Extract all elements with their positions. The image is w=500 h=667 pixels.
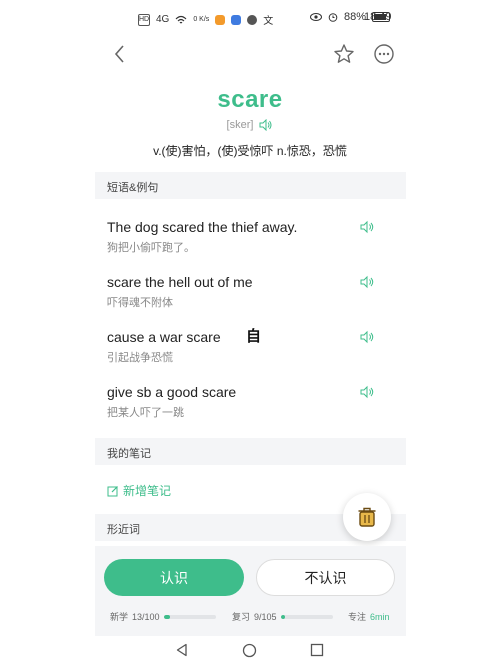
definition: v.(使)害怕，(使)受惊吓 n.惊恐，恐慌 bbox=[153, 144, 347, 158]
clock: 18:49 bbox=[364, 11, 392, 23]
section-title: 短语&例句 bbox=[107, 182, 159, 194]
new-label: 新学 bbox=[110, 612, 129, 622]
know-button[interactable]: 认识 bbox=[104, 559, 244, 596]
system-nav-bar bbox=[0, 634, 500, 667]
phrase-speaker-button[interactable] bbox=[360, 330, 376, 344]
eye-icon bbox=[309, 13, 322, 21]
back-button[interactable] bbox=[108, 42, 132, 66]
phrase-cn: 吓得魂不附体 bbox=[107, 297, 173, 309]
status-bar: HD 4G 0 K/s 文 88% 18:49 bbox=[0, 0, 500, 34]
new-progress-fill bbox=[163, 614, 171, 619]
unknown-button[interactable]: 不认识 bbox=[256, 559, 395, 596]
new-progress: 新学 13/100 bbox=[110, 610, 216, 623]
more-icon bbox=[374, 44, 394, 64]
more-button[interactable] bbox=[372, 42, 396, 66]
focus-time: 专注 6min bbox=[348, 610, 390, 623]
wifi-icon bbox=[175, 15, 187, 23]
speaker-icon[interactable] bbox=[259, 119, 273, 131]
translate-icon: 文 bbox=[263, 16, 274, 27]
review-count: 9/105 bbox=[254, 611, 277, 622]
new-progress-bar bbox=[163, 614, 216, 619]
phrase-cn: 狗把小偷吓跑了。 bbox=[107, 242, 195, 254]
phonetic: [sker] bbox=[226, 119, 254, 131]
phrase-speaker-button[interactable] bbox=[360, 385, 376, 399]
add-note-label: 新增笔记 bbox=[123, 484, 172, 498]
nav-home-icon[interactable] bbox=[242, 643, 257, 658]
star-icon bbox=[334, 44, 354, 63]
phrase-speaker-button[interactable] bbox=[360, 275, 376, 289]
phrase-cn: 引起战争恐慌 bbox=[107, 352, 173, 364]
nav-recent-icon[interactable] bbox=[310, 643, 324, 657]
speaker-icon bbox=[360, 220, 374, 234]
overlay-char: 自 bbox=[246, 328, 262, 345]
trash-icon bbox=[358, 507, 376, 527]
edit-icon bbox=[107, 485, 118, 496]
alarm-icon bbox=[328, 13, 338, 22]
speaker-icon bbox=[360, 330, 374, 344]
headword: scare bbox=[217, 86, 283, 113]
phonetic-row: [sker] bbox=[0, 119, 500, 131]
section-title: 形近词 bbox=[107, 524, 140, 536]
battery-percent: 88% bbox=[343, 11, 366, 23]
section-header-notes: 我的笔记 bbox=[95, 438, 406, 465]
new-count: 13/100 bbox=[132, 611, 160, 622]
section-title: 我的笔记 bbox=[107, 448, 151, 460]
section-header-phrases: 短语&例句 bbox=[95, 172, 406, 199]
hd-icon: HD bbox=[138, 13, 150, 26]
focus-label: 专注 bbox=[348, 612, 367, 622]
add-note-button[interactable]: 新增笔记 bbox=[107, 482, 171, 499]
app-notification-icon bbox=[247, 14, 258, 25]
signal-label: 4G bbox=[156, 14, 170, 25]
review-progress-fill bbox=[280, 614, 286, 619]
delete-button[interactable] bbox=[343, 493, 391, 541]
status-left-icons: HD 4G 0 K/s 文 bbox=[138, 12, 273, 27]
phrase-speaker-button[interactable] bbox=[360, 220, 376, 234]
app-notification-icon bbox=[231, 14, 242, 25]
app-notification-icon bbox=[215, 14, 226, 25]
progress-row: 新学 13/100 复习 9/105 专注 6min bbox=[110, 610, 400, 624]
favorite-button[interactable] bbox=[332, 42, 356, 66]
speaker-icon bbox=[360, 275, 374, 289]
focus-value: 6min bbox=[370, 611, 390, 622]
phrase-cn: 把某人吓了一跳 bbox=[107, 407, 184, 419]
review-progress: 复习 9/105 bbox=[232, 610, 333, 623]
back-arrow-icon bbox=[114, 45, 124, 63]
review-progress-bar bbox=[280, 614, 333, 619]
speaker-icon bbox=[360, 385, 374, 399]
nav-back-icon[interactable] bbox=[175, 643, 189, 657]
net-speed: 0 K/s bbox=[193, 16, 210, 23]
review-label: 复习 bbox=[232, 612, 251, 622]
